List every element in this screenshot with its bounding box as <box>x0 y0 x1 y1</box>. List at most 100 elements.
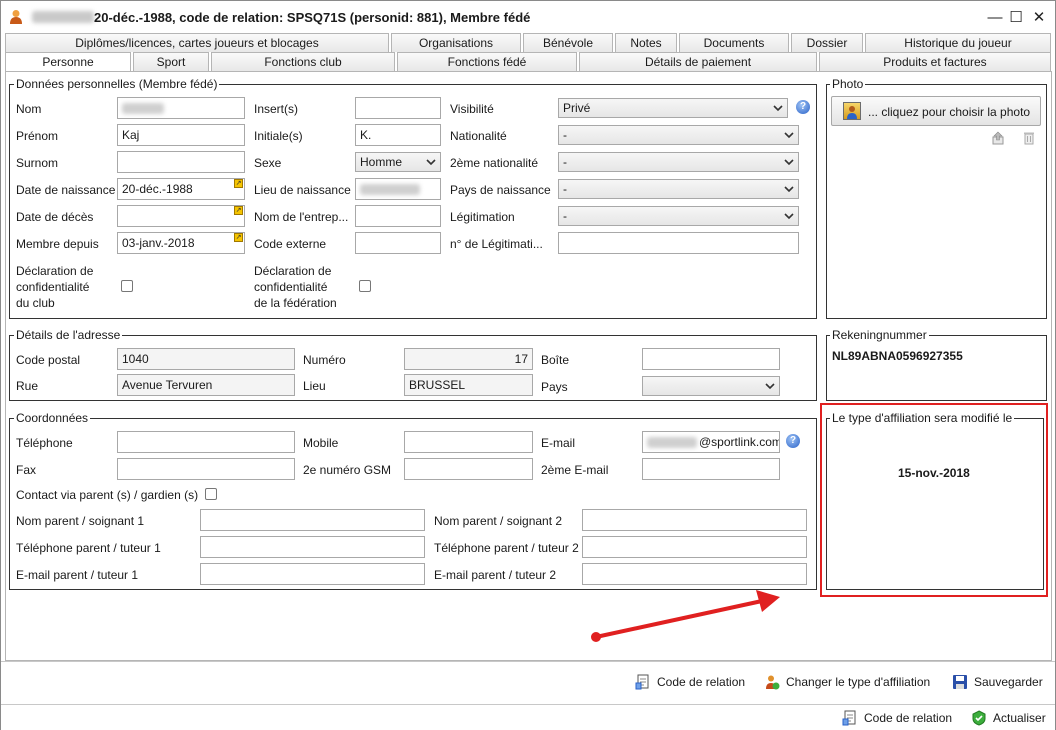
privacy-club-label-2: confidentialité <box>16 280 90 294</box>
email-help-icon[interactable]: ? <box>786 434 800 448</box>
parent1-phone-input[interactable] <box>200 536 425 558</box>
refresh-button[interactable]: Actualiser <box>971 710 1046 726</box>
dob-calendar-icon[interactable]: ↗ <box>234 179 243 188</box>
box-input[interactable] <box>642 348 780 370</box>
legitimation-value: - <box>563 209 567 223</box>
tab-personne[interactable]: Personne <box>5 52 131 72</box>
nom-input[interactable] <box>117 97 245 119</box>
red-arrow-annotation <box>591 590 780 642</box>
mobile-label: Mobile <box>303 436 339 450</box>
parent1-email-input[interactable] <box>200 563 425 585</box>
save-button[interactable]: Sauvegarder <box>952 674 1043 690</box>
privacy-fed-checkbox[interactable] <box>359 280 371 292</box>
email2-input[interactable] <box>642 458 780 480</box>
external-code-input[interactable] <box>355 232 441 254</box>
via-parent-checkbox[interactable] <box>205 488 217 500</box>
dod-calendar-icon[interactable]: ↗ <box>234 206 243 215</box>
chevron-down-icon <box>426 159 436 166</box>
tab-fonctions-club[interactable]: Fonctions club <box>211 52 395 71</box>
country-select[interactable] <box>642 376 780 396</box>
member-since-calendar-icon[interactable]: ↗ <box>234 233 243 242</box>
initials-input[interactable]: K. <box>355 124 441 146</box>
parent2-email-input[interactable] <box>582 563 807 585</box>
sexe-value: Homme <box>360 155 403 169</box>
tab-benevole[interactable]: Bénévole <box>523 33 613 52</box>
choose-photo-button[interactable]: ... cliquez pour choisir la photo <box>831 96 1041 126</box>
birthplace-input[interactable] <box>355 178 441 200</box>
relation-code-button[interactable]: Code de relation <box>635 674 745 690</box>
tab-sport[interactable]: Sport <box>133 52 209 71</box>
tab-organisations[interactable]: Organisations <box>391 33 521 52</box>
birthplace-label: Lieu de naissance <box>254 183 351 197</box>
number-input[interactable]: 17 <box>404 348 533 370</box>
visibility-label: Visibilité <box>450 102 494 116</box>
affiliation-date: 15-nov.-2018 <box>898 466 970 480</box>
phone-input[interactable] <box>117 431 295 453</box>
tab-diplomes[interactable]: Diplômes/licences, cartes joueurs et blo… <box>5 33 389 52</box>
email-redacted <box>647 437 697 448</box>
nationality-value: - <box>563 128 567 142</box>
document-icon <box>635 674 651 690</box>
street-input[interactable]: Avenue Tervuren <box>117 374 295 396</box>
tab-fonctions-fede[interactable]: Fonctions fédé <box>397 52 577 71</box>
nationality2-select[interactable]: - <box>558 152 799 172</box>
gsm2-input[interactable] <box>404 458 533 480</box>
place-label: Lieu <box>303 379 326 393</box>
save-icon <box>952 674 968 690</box>
birth-country-label: Pays de naissance <box>450 183 551 197</box>
initials-label: Initiale(s) <box>254 129 303 143</box>
nationality-label: Nationalité <box>450 129 507 143</box>
refresh-label: Actualiser <box>993 711 1046 725</box>
parent2-name-input[interactable] <box>582 509 807 531</box>
birth-country-select[interactable]: - <box>558 179 799 199</box>
visibility-help-icon[interactable]: ? <box>796 100 810 114</box>
mobile-input[interactable] <box>404 431 533 453</box>
postal-input[interactable]: 1040 <box>117 348 295 370</box>
visibility-select[interactable]: Privé <box>558 98 788 118</box>
change-affiliation-button[interactable]: Changer le type d'affiliation <box>764 674 930 690</box>
delete-icon[interactable] <box>1022 131 1036 145</box>
nationality-select[interactable]: - <box>558 125 799 145</box>
minimize-button[interactable]: — <box>984 6 1006 28</box>
tab-documents[interactable]: Documents <box>679 33 789 52</box>
email-value: @sportlink.com <box>699 435 780 449</box>
title-bar: 20-déc.-1988, code de relation: SPSQ71S … <box>1 1 1055 32</box>
place-input[interactable]: BRUSSEL <box>404 374 533 396</box>
dob-input[interactable]: 20-déc.-1988 <box>117 178 245 200</box>
tab-historique[interactable]: Historique du joueur <box>865 33 1051 52</box>
nationality2-label: 2ème nationalité <box>450 156 539 170</box>
bank-legend: Rekeningnummer <box>830 328 929 342</box>
tab-details-paiement[interactable]: Détails de paiement <box>579 52 817 71</box>
gsm2-label: 2e numéro GSM <box>303 463 392 477</box>
affiliation-legend: Le type d'affiliation sera modifié le <box>830 411 1015 425</box>
surnom-input[interactable] <box>117 151 245 173</box>
relation-code-button-2[interactable]: Code de relation <box>842 710 952 726</box>
legitimation-select[interactable]: - <box>558 206 799 226</box>
dod-input[interactable] <box>117 205 245 227</box>
tab-produits-factures[interactable]: Produits et factures <box>819 52 1051 71</box>
fax-input[interactable] <box>117 458 295 480</box>
insert-input[interactable] <box>355 97 441 119</box>
privacy-club-checkbox[interactable] <box>121 280 133 292</box>
chevron-down-icon <box>784 159 794 166</box>
bank-account-value: NL89ABNA0596927355 <box>832 349 963 363</box>
sexe-select[interactable]: Homme <box>355 152 441 172</box>
email-input[interactable]: @sportlink.com <box>642 431 780 453</box>
member-since-input[interactable]: 03-janv.-2018 <box>117 232 245 254</box>
change-affiliation-label: Changer le type d'affiliation <box>786 675 931 689</box>
upload-icon[interactable] <box>991 131 1005 145</box>
legitimation-no-input[interactable] <box>558 232 799 254</box>
close-button[interactable]: ✕ <box>1028 6 1050 28</box>
tab-dossier[interactable]: Dossier <box>791 33 863 52</box>
personal-legend: Données personnelles (Membre fédé) <box>14 77 220 91</box>
parent2-phone-input[interactable] <box>582 536 807 558</box>
parent1-name-input[interactable] <box>200 509 425 531</box>
company-input[interactable] <box>355 205 441 227</box>
legitimation-no-label: n° de Légitimati... <box>450 237 543 251</box>
phone-label: Téléphone <box>16 436 73 450</box>
photo-icon <box>843 102 861 120</box>
prenom-input[interactable]: Kaj <box>117 124 245 146</box>
window: 20-déc.-1988, code de relation: SPSQ71S … <box>0 0 1056 730</box>
maximize-button[interactable]: ☐ <box>1005 6 1027 28</box>
tab-notes[interactable]: Notes <box>615 33 677 52</box>
